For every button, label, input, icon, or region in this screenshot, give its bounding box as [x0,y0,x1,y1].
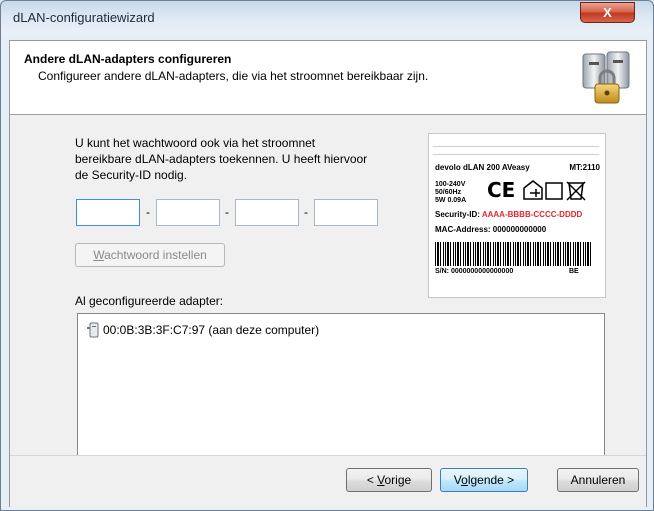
label-security-id-value: AAAA-BBBB-CCCC-DDDD [481,210,583,219]
close-button[interactable]: X [580,2,635,23]
cancel-button[interactable]: Annuleren [557,468,639,492]
security-id-separator: - [146,205,150,219]
set-password-accel: W [93,248,105,262]
label-divider [433,146,599,147]
wizard-window: dLAN-configuratiewizard X Andere dLAN-ad… [0,0,654,511]
configured-adapters-label: Al geconfigureerde adapter: [75,294,224,308]
adapter-address: 00:0B:3B:3F:C7:97 (aan deze computer) [103,323,320,337]
label-divider [433,154,599,155]
previous-label: orige [384,473,412,487]
wizard-client-area: Andere dLAN-adapters configureren Config… [9,40,647,507]
label-serial: S/N: 0000000000000000 [435,268,514,275]
security-id-separator: - [225,205,229,219]
page-title: Andere dLAN-adapters configureren [24,52,232,66]
adapter-device-icon [87,322,99,338]
barcode [435,242,593,266]
label-voltage-line: 50/60Hz [435,189,462,196]
security-id-field-3[interactable] [235,199,299,226]
next-accel: o [461,473,468,487]
label-voltage-line: 100-240V [435,181,466,188]
security-id-field-1[interactable] [76,199,140,226]
next-button[interactable]: Volgende > [440,468,528,492]
next-label: lgende > [467,473,515,487]
set-password-button[interactable]: Wachtwoord instellen [75,243,225,267]
title-bar[interactable]: dLAN-configuratiewizard X [1,1,653,41]
previous-button[interactable]: < Vorige [346,468,432,492]
intro-text: U kunt het wachtwoord ook via het stroom… [75,136,368,182]
label-product: devolo dLAN 200 AVeasy [435,163,530,172]
label-mac-address: MAC-Address: 000000000000 [435,225,547,234]
label-model: MT:2110 [569,163,600,172]
label-voltage: 100-240V 50/60Hz 5W 0.09A [435,181,466,205]
device-label-image: devolo dLAN 200 AVeasy MT:2110 100-240V … [428,133,606,298]
page-subtitle: Configureer andere dLAN-adapters, die vi… [38,69,429,83]
previous-prefix: < [366,473,378,487]
wizard-header: Andere dLAN-adapters configureren Config… [10,41,646,115]
ce-mark: CE [487,178,516,202]
security-id-field-2[interactable] [156,199,220,226]
security-id-separator: - [304,205,308,219]
security-id-field-4[interactable] [314,199,378,226]
previous-accel: V [377,473,385,487]
window-title: dLAN-configuratiewizard [13,10,155,25]
label-voltage-line: 5W 0.09A [435,197,467,204]
label-security-id-caption: Security-ID: [435,210,480,219]
wizard-footer: < Vorige Volgende > Annuleren [10,455,646,507]
label-security-id: Security-ID: AAAA-BBBB-CCCC-DDDD [435,210,582,219]
certification-symbols-icon [523,180,586,201]
security-lock-adapters-icon [582,51,630,104]
label-country: BE [569,268,579,275]
configured-adapters-list[interactable]: 00:0B:3B:3F:C7:97 (aan deze computer) [77,313,605,457]
set-password-label: achtwoord instellen [104,248,207,262]
